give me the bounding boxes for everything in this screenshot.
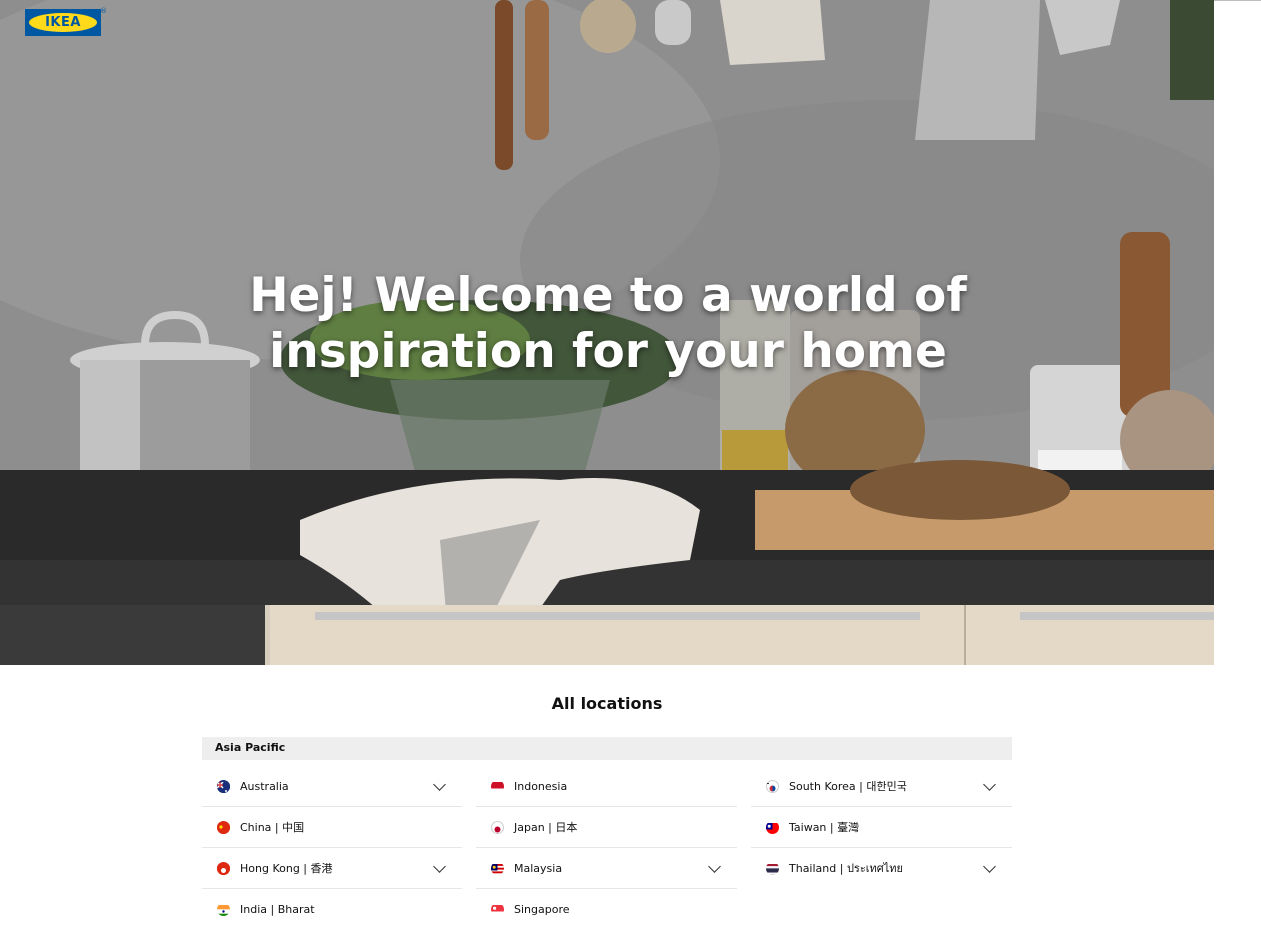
location-item-thailand[interactable]: Thailand | ประเทศไทย	[751, 848, 1012, 888]
ikea-logo[interactable]: IKEA ®	[25, 9, 101, 36]
location-label: Japan | 日本	[514, 819, 577, 835]
locations-column-2: Indonesia Japan | 日本 Malaysia Singapore	[476, 766, 737, 929]
logo-text: IKEA	[45, 15, 81, 30]
location-item-malaysia[interactable]: Malaysia	[476, 848, 737, 889]
india-flag-icon	[217, 903, 230, 916]
logo-oval: IKEA	[29, 13, 97, 32]
taiwan-flag-icon	[766, 821, 779, 834]
hero-banner: IKEA ® Hej! Welcome to a world of inspir…	[0, 0, 1214, 665]
location-item-hong-kong[interactable]: Hong Kong | 香港	[202, 848, 462, 889]
location-item-india[interactable]: India | Bharat	[202, 889, 462, 929]
location-label: China | 中国	[240, 819, 304, 835]
malaysia-flag-icon	[491, 862, 504, 875]
location-item-singapore[interactable]: Singapore	[476, 889, 737, 929]
location-item-china[interactable]: China | 中国	[202, 807, 462, 848]
location-item-indonesia[interactable]: Indonesia	[476, 766, 737, 807]
chevron-down-icon[interactable]	[983, 778, 996, 791]
region-label: Asia Pacific	[215, 741, 285, 754]
location-label: Thailand | ประเทศไทย	[789, 859, 903, 877]
indonesia-flag-icon	[491, 780, 504, 793]
registered-mark-icon: ®	[100, 7, 107, 15]
hong-kong-flag-icon	[217, 862, 230, 875]
location-label: Malaysia	[514, 862, 562, 875]
location-item-japan[interactable]: Japan | 日本	[476, 807, 737, 848]
location-label: Taiwan | 臺灣	[789, 819, 859, 835]
australia-flag-icon	[217, 780, 230, 793]
singapore-flag-icon	[491, 903, 504, 916]
location-item-taiwan[interactable]: Taiwan | 臺灣	[751, 807, 1012, 848]
locations-column-1: Australia China | 中国 Hong Kong | 香港 Indi…	[202, 766, 462, 929]
chevron-down-icon[interactable]	[983, 860, 996, 873]
location-label: Australia	[240, 780, 289, 793]
location-item-australia[interactable]: Australia	[202, 766, 462, 807]
location-label: South Korea | 대한민국	[789, 778, 907, 794]
locations-column-3: South Korea | 대한민국 Taiwan | 臺灣 Thailand …	[751, 766, 1012, 888]
thailand-flag-icon	[766, 862, 779, 875]
location-label: India | Bharat	[240, 903, 315, 916]
hero-headline: Hej! Welcome to a world of inspiration f…	[200, 268, 1016, 380]
location-item-south-korea[interactable]: South Korea | 대한민국	[751, 766, 1012, 807]
south-korea-flag-icon	[766, 780, 779, 793]
china-flag-icon	[217, 821, 230, 834]
japan-flag-icon	[491, 821, 504, 834]
location-label: Hong Kong | 香港	[240, 860, 333, 876]
all-locations-title: All locations	[0, 694, 1214, 713]
chevron-down-icon[interactable]	[433, 860, 446, 873]
chevron-down-icon[interactable]	[433, 778, 446, 791]
chevron-down-icon[interactable]	[708, 860, 721, 873]
region-header-asia-pacific: Asia Pacific	[202, 737, 1012, 760]
location-label: Indonesia	[514, 780, 567, 793]
location-label: Singapore	[514, 903, 570, 916]
